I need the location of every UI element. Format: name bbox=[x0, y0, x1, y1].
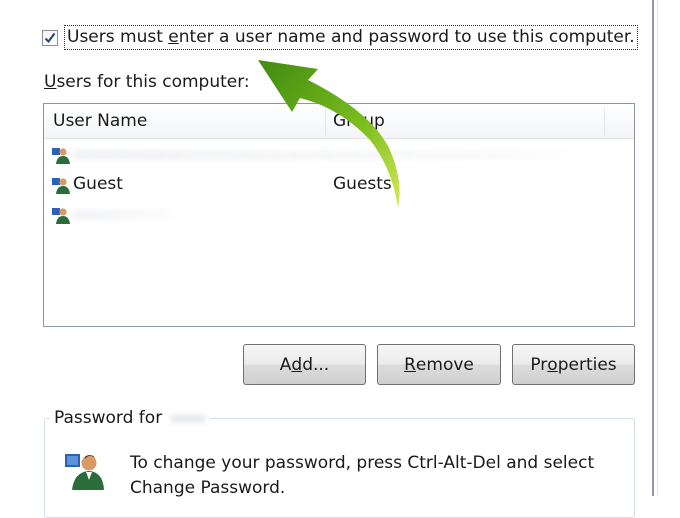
add-user-button[interactable]: Ad d... bbox=[243, 344, 366, 385]
require-login-row[interactable]: Users must enter a user name and passwor… bbox=[42, 24, 638, 50]
user-accounts-dialog: Users must enter a user name and passwor… bbox=[0, 0, 652, 518]
users-list-header: User Name Group bbox=[44, 104, 634, 139]
redacted-user-name bbox=[170, 413, 207, 423]
checkmark-icon bbox=[44, 32, 56, 44]
redacted-user-name bbox=[72, 150, 612, 160]
user-icon bbox=[52, 178, 70, 194]
password-group-legend: Password for bbox=[50, 407, 211, 429]
users-list[interactable]: User Name Group Guest Guests bbox=[43, 103, 635, 327]
password-instructions: To change your password, press Ctrl-Alt-… bbox=[130, 451, 610, 501]
user-row[interactable] bbox=[44, 139, 634, 169]
user-icon bbox=[52, 208, 70, 224]
require-login-label[interactable]: Users must enter a user name and passwor… bbox=[64, 24, 638, 50]
require-login-checkbox[interactable] bbox=[42, 30, 58, 46]
column-header-user-name[interactable]: User Name bbox=[53, 104, 147, 138]
user-row[interactable] bbox=[44, 199, 634, 229]
password-group-title: Password for bbox=[54, 408, 163, 428]
password-instructions-line1: To change your password, press Ctrl-Alt-… bbox=[130, 453, 595, 473]
user-group-cell: Guests bbox=[333, 174, 392, 194]
user-name-cell: Guest bbox=[73, 174, 123, 194]
password-instructions-line2: Change Password. bbox=[130, 478, 286, 498]
column-divider[interactable] bbox=[604, 108, 605, 136]
column-header-group[interactable]: Group bbox=[333, 104, 385, 138]
user-password-icon bbox=[65, 454, 104, 490]
column-divider[interactable] bbox=[325, 108, 326, 136]
properties-button[interactable]: Pr o perties bbox=[512, 344, 635, 385]
user-icon bbox=[52, 148, 70, 164]
redacted-user-name bbox=[72, 210, 182, 220]
user-row[interactable]: Guest Guests bbox=[44, 169, 634, 199]
window-right-edge bbox=[652, 0, 680, 496]
remove-user-button[interactable]: Remove bbox=[377, 344, 501, 385]
users-section-label: Users for this computer: bbox=[44, 72, 250, 92]
